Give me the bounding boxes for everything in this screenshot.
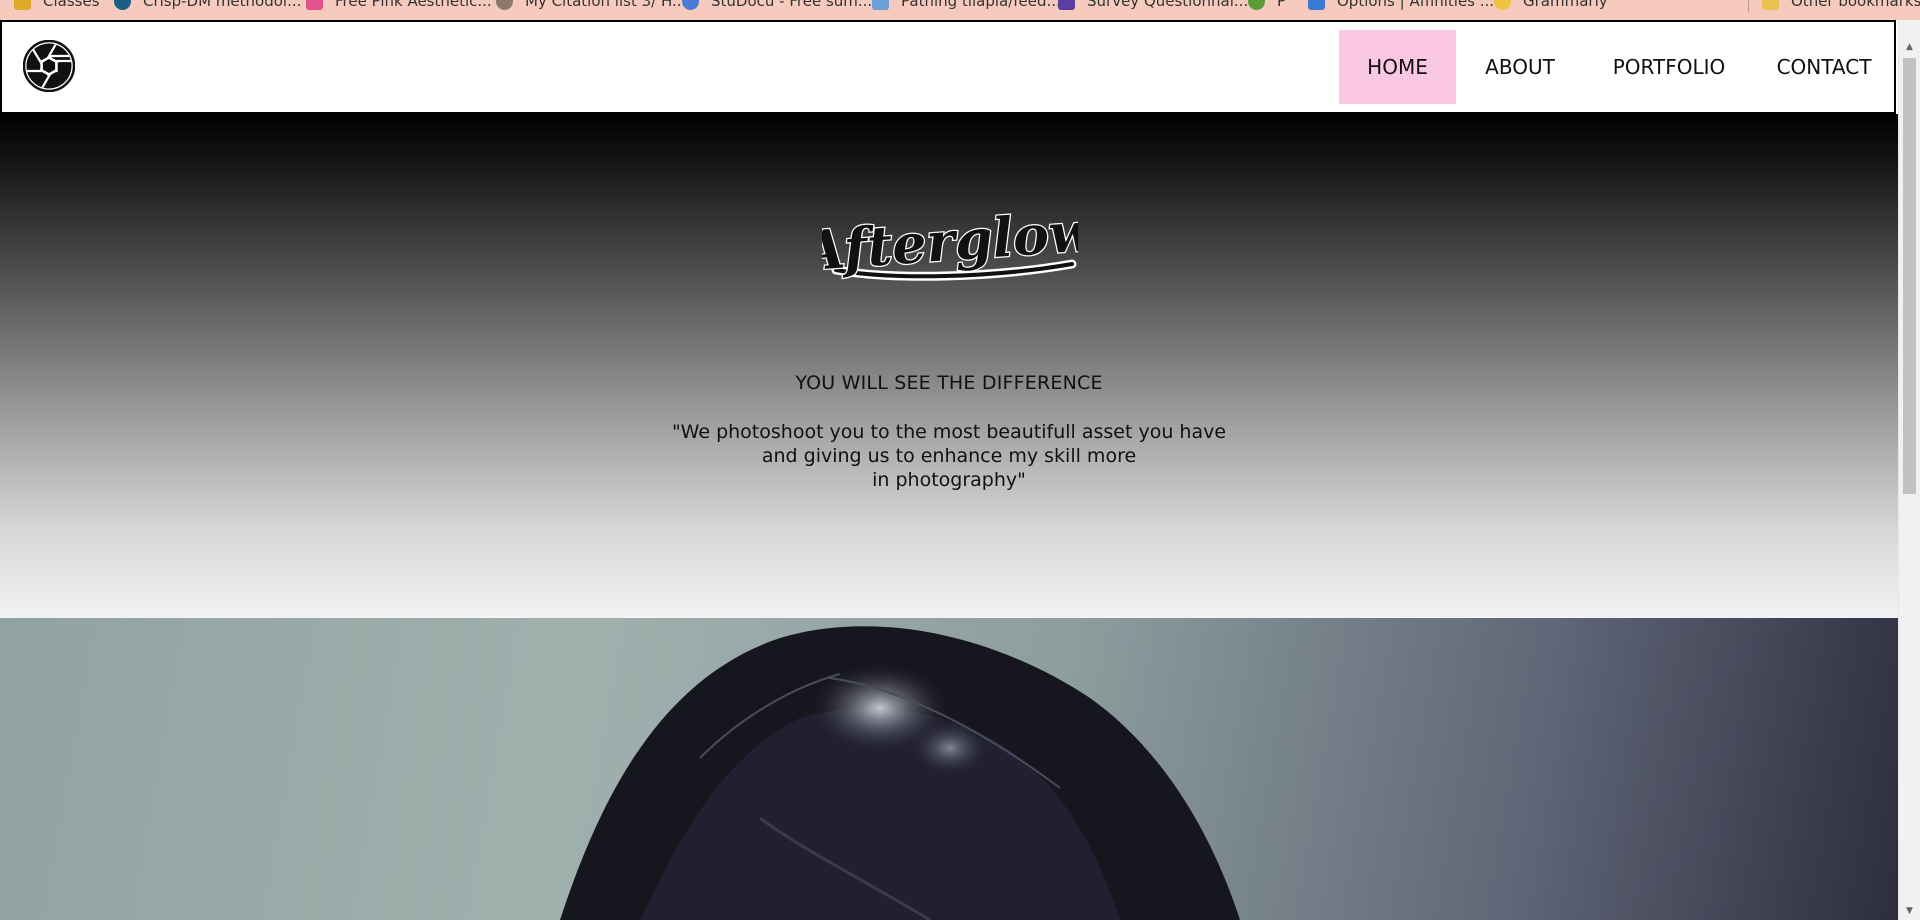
bookmark-survey-questionnaire[interactable]: Survey Questionnai... — [1058, 0, 1248, 11]
site-favicon-icon — [114, 0, 131, 10]
scroll-up-arrow-icon[interactable]: ▲ — [1899, 38, 1920, 56]
nav-contact[interactable]: CONTACT — [1766, 30, 1882, 104]
bookmark-label: Other bookmarks — [1791, 0, 1920, 10]
quote-line: "We photoshoot you to the most beautiful… — [671, 421, 1227, 443]
bookmark-studocu[interactable]: StuDocu - Free sum... — [682, 0, 872, 11]
bookmarks-divider — [1748, 0, 1749, 12]
nav-home[interactable]: HOME — [1339, 30, 1456, 104]
site-favicon-icon — [1058, 0, 1075, 10]
bookmark-classes[interactable]: Classes — [14, 0, 100, 11]
hero-section: Afterglow YOU WILL SEE THE DIFFERENCE "W… — [0, 114, 1898, 618]
folder-icon — [1762, 0, 1779, 10]
bookmark-label: Crisp-DM methodol... — [143, 0, 302, 10]
bookmark-label: Survey Questionnai... — [1087, 0, 1249, 10]
bookmark-p[interactable]: P — [1248, 0, 1286, 11]
bookmarks-bar: Classes Crisp-DM methodol... Free Pink A… — [0, 0, 1920, 20]
nav-contact-label: CONTACT — [1776, 55, 1872, 79]
folder-icon — [14, 0, 31, 10]
bookmark-label: StuDocu - Free sum... — [711, 0, 873, 10]
nav-about[interactable]: ABOUT — [1468, 30, 1572, 104]
bookmark-grammarly[interactable]: Grammarly — [1494, 0, 1608, 11]
featured-portrait-photo — [0, 618, 1898, 920]
brand-logo: Afterglow — [795, 194, 1101, 294]
bookmark-other-bookmarks[interactable]: Other bookmarks — [1762, 0, 1920, 11]
site-favicon-icon — [1494, 0, 1511, 10]
site-navbar: HOME ABOUT PORTFOLIO CONTACT — [0, 20, 1896, 114]
bookmark-pathing-tilapia[interactable]: Pathing tilapia/feed... — [872, 0, 1061, 11]
page-scrollbar[interactable]: ▲ ▼ — [1898, 20, 1920, 920]
bookmark-label: Grammarly — [1523, 0, 1608, 10]
nav-about-label: ABOUT — [1485, 55, 1555, 79]
camera-aperture-icon[interactable] — [22, 39, 76, 93]
bookmark-free-pink-aesthetic[interactable]: Free Pink Aesthetic... — [306, 0, 492, 11]
site-favicon-icon — [872, 0, 889, 10]
bookmark-label: Free Pink Aesthetic... — [335, 0, 492, 10]
bookmark-label: P — [1277, 0, 1287, 10]
hero-tagline: YOU WILL SEE THE DIFFERENCE — [795, 372, 1103, 394]
scroll-down-arrow-icon[interactable]: ▼ — [1899, 902, 1920, 920]
quote-line: in photography" — [872, 469, 1026, 491]
bookmark-citation-list[interactable]: My Citation list 3/ H... — [496, 0, 686, 11]
scrollbar-thumb[interactable] — [1903, 58, 1916, 494]
bookmark-label: Classes — [43, 0, 100, 10]
bookmark-label: My Citation list 3/ H... — [525, 0, 687, 10]
hero-quote: "We photoshoot you to the most beautiful… — [0, 420, 1898, 492]
site-favicon-icon — [496, 0, 513, 10]
nav-home-label: HOME — [1367, 55, 1428, 79]
quote-line: and giving us to enhance my skill more — [761, 445, 1137, 467]
bookmark-options[interactable]: Options | Affinities ... — [1308, 0, 1494, 11]
site-favicon-icon — [682, 0, 699, 10]
nav-portfolio-label: PORTFOLIO — [1612, 55, 1726, 79]
bookmark-label: Pathing tilapia/feed... — [901, 0, 1061, 10]
site-favicon-icon — [306, 0, 323, 10]
site-favicon-icon — [1248, 0, 1265, 10]
bookmark-label: Options | Affinities ... — [1337, 0, 1495, 10]
site-favicon-icon — [1308, 0, 1325, 10]
nav-portfolio[interactable]: PORTFOLIO — [1598, 30, 1740, 104]
bookmark-crisp-dm[interactable]: Crisp-DM methodol... — [114, 0, 301, 11]
